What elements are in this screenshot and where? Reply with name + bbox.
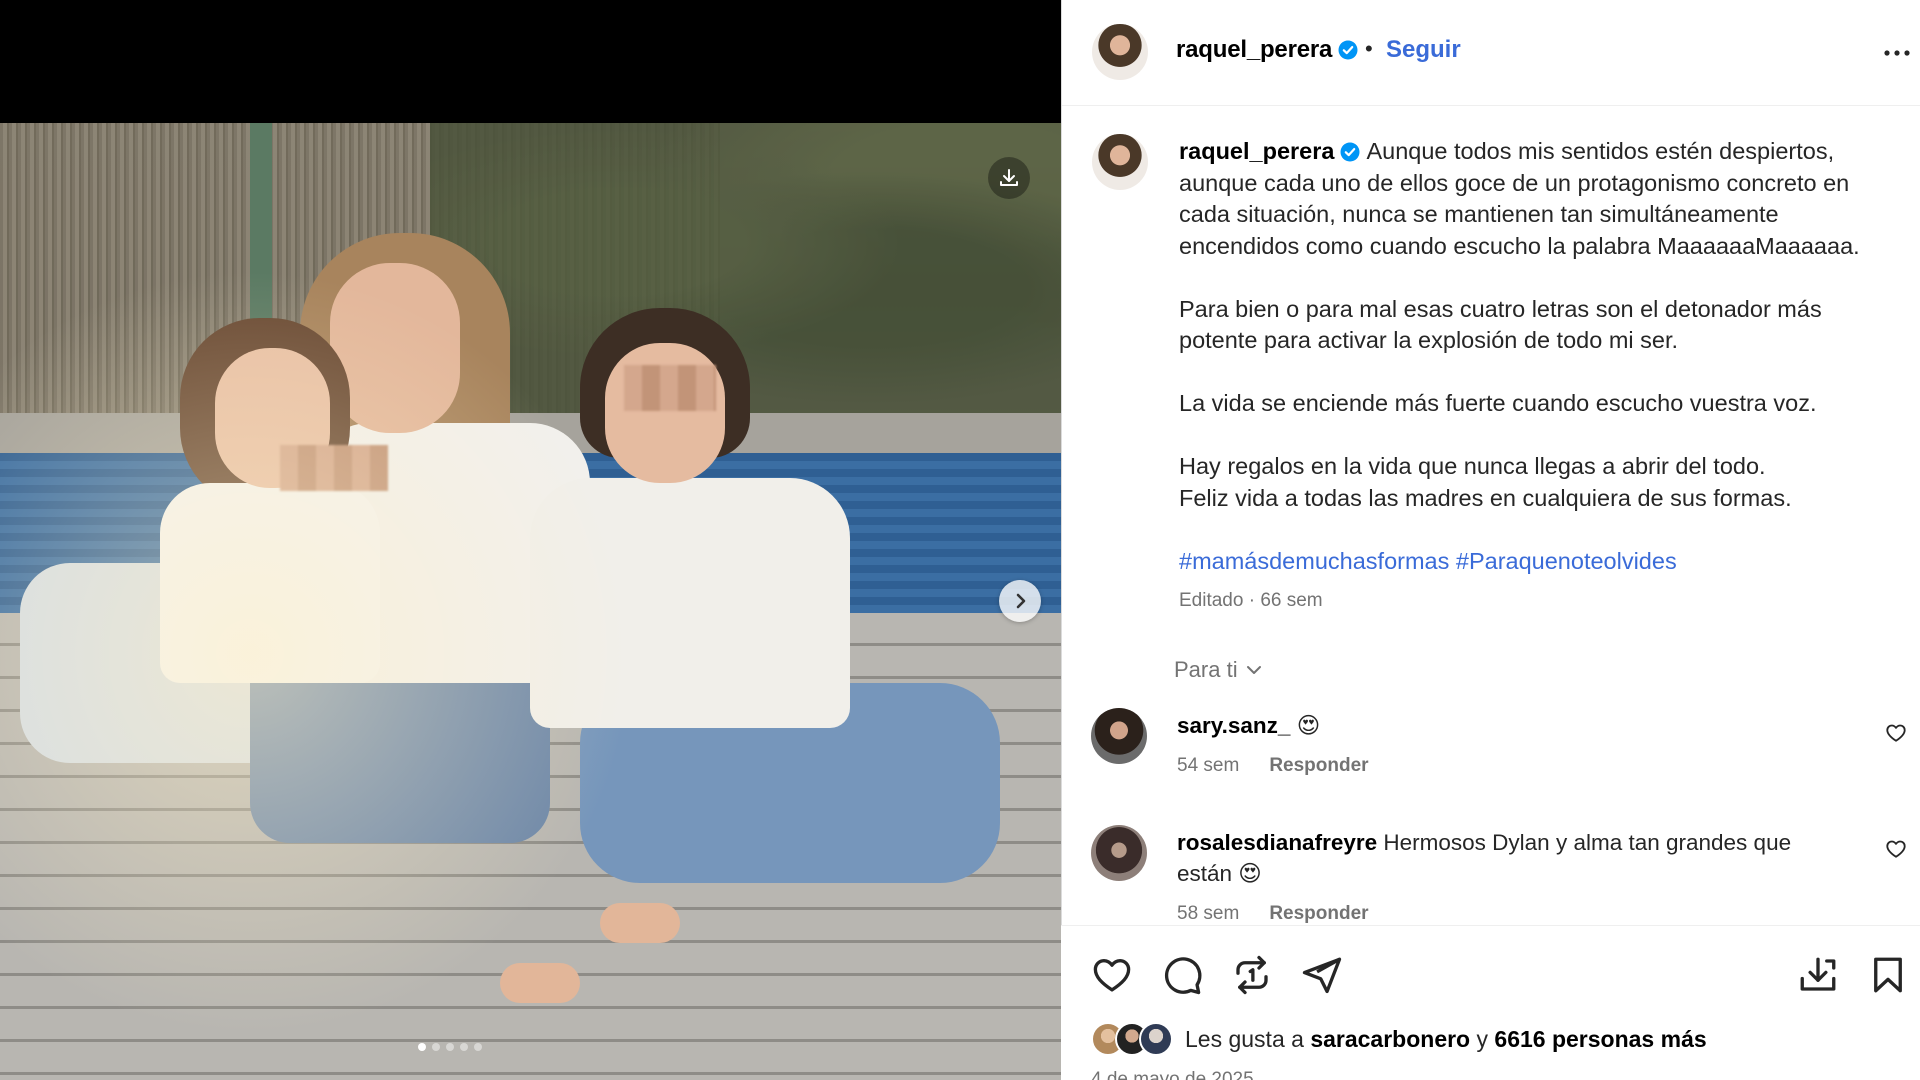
like-button[interactable]	[1091, 954, 1133, 1001]
carousel-dot	[446, 1043, 454, 1051]
caption-paragraph: Para bien o para mal esas cuatro letras …	[1179, 295, 1822, 354]
likes-prefix: Les gusta a	[1185, 1025, 1304, 1052]
heart-icon	[1093, 958, 1131, 992]
comment-like-button[interactable]	[1885, 838, 1907, 865]
post-media	[0, 0, 1061, 1080]
comment-meta: 58 sem Responder	[1177, 903, 1369, 925]
commenter-avatar[interactable]	[1091, 708, 1147, 764]
comment-time: 58 sem	[1177, 903, 1240, 924]
edited-timestamp: Editado · 66 sem	[1179, 590, 1323, 611]
caption-line: cada situación, nunca se mantienen tan s…	[1179, 201, 1779, 227]
comment-body: rosalesdianafreyre Hermosos Dylan y alma…	[1177, 827, 1837, 889]
chevron-right-icon	[1016, 593, 1026, 609]
author-username[interactable]: raquel_perera	[1176, 36, 1358, 64]
caption-paragraph: Hay regalos en la vida que nunca llegas …	[1179, 453, 1792, 511]
verified-icon	[1340, 142, 1360, 162]
share-icon	[1302, 957, 1342, 994]
bookmark-button[interactable]	[1867, 954, 1909, 1001]
caption-line: Aunque todos mis sentidos estén despiert…	[1366, 138, 1835, 164]
more-options-button[interactable]	[1882, 38, 1912, 73]
save-icon	[1800, 957, 1836, 991]
more-icon	[1884, 50, 1910, 56]
caption-paragraph: La vida se enciende más fuerte cuando es…	[1179, 390, 1817, 416]
author-avatar[interactable]	[1092, 24, 1148, 80]
likes-count[interactable]: 6616 personas más	[1494, 1026, 1706, 1052]
chevron-down-icon	[1246, 666, 1261, 674]
carousel-dot	[460, 1043, 468, 1051]
author-name[interactable]: raquel_perera	[1176, 36, 1332, 63]
caption-line: aunque cada uno de ellos goce de un prot…	[1179, 169, 1850, 196]
caption-avatar[interactable]	[1092, 134, 1148, 190]
filter-label: Para ti	[1174, 657, 1238, 682]
comment-time: 54 sem	[1177, 755, 1240, 776]
sun-glow	[0, 203, 700, 1080]
share-button[interactable]	[1301, 954, 1343, 1001]
commenter-username[interactable]: sary.sanz_	[1177, 713, 1290, 738]
comments-filter-dropdown[interactable]: Para ti	[1174, 657, 1264, 683]
carousel-dot	[418, 1043, 426, 1051]
comment-like-button[interactable]	[1885, 722, 1907, 749]
download-button[interactable]	[988, 157, 1030, 199]
bookmark-icon	[1874, 957, 1902, 993]
comment-text: 😍	[1296, 713, 1321, 738]
comment-body: sary.sanz_ 😍	[1177, 710, 1837, 741]
carousel-dot	[474, 1043, 482, 1051]
likes-conj: y	[1476, 1025, 1489, 1052]
likes-text: Les gusta a saracarbonero y 6616 persona…	[1185, 1026, 1707, 1053]
carousel-dot	[432, 1043, 440, 1051]
repost-icon	[1236, 955, 1268, 995]
comment-button[interactable]	[1161, 954, 1203, 1001]
next-slide-button[interactable]	[999, 580, 1041, 622]
caption-username[interactable]: raquel_perera	[1179, 138, 1334, 164]
carousel-indicator	[418, 1043, 482, 1051]
heart-icon	[1886, 840, 1906, 858]
verified-icon	[1338, 40, 1358, 60]
commenter-username[interactable]: rosalesdianafreyre	[1177, 830, 1377, 855]
hashtags[interactable]: #mamásdemuchasformas #Paraquenoteolvides	[1179, 546, 1899, 578]
download-icon	[1000, 169, 1018, 186]
repost-button[interactable]	[1231, 954, 1273, 1001]
likes-summary[interactable]: Les gusta a saracarbonero y 6616 persona…	[1091, 1022, 1707, 1056]
caption-line: encendidos como cuando escucho la palabr…	[1179, 232, 1860, 259]
post-actions-bar: Les gusta a saracarbonero y 6616 persona…	[1061, 925, 1920, 1080]
liker-avatar	[1139, 1022, 1173, 1056]
reply-button[interactable]: Responder	[1269, 903, 1368, 925]
liker-username[interactable]: saracarbonero	[1310, 1026, 1470, 1052]
commenter-avatar[interactable]	[1091, 825, 1147, 881]
caption-text: raquel_perera Aunque todos mis sentidos e…	[1179, 136, 1899, 577]
reply-button[interactable]: Responder	[1269, 755, 1368, 777]
comment-icon	[1164, 957, 1202, 995]
comment-meta: 54 sem Responder	[1177, 755, 1369, 777]
follow-button[interactable]: Seguir	[1386, 36, 1461, 64]
post-header: raquel_perera • Seguir	[1062, 0, 1920, 106]
post-date: 4 de mayo de 2025	[1091, 1069, 1254, 1080]
post-photo[interactable]	[0, 123, 1061, 1080]
header-separator: •	[1365, 36, 1373, 61]
heart-icon	[1886, 724, 1906, 742]
save-to-device-button[interactable]	[1797, 954, 1839, 1001]
